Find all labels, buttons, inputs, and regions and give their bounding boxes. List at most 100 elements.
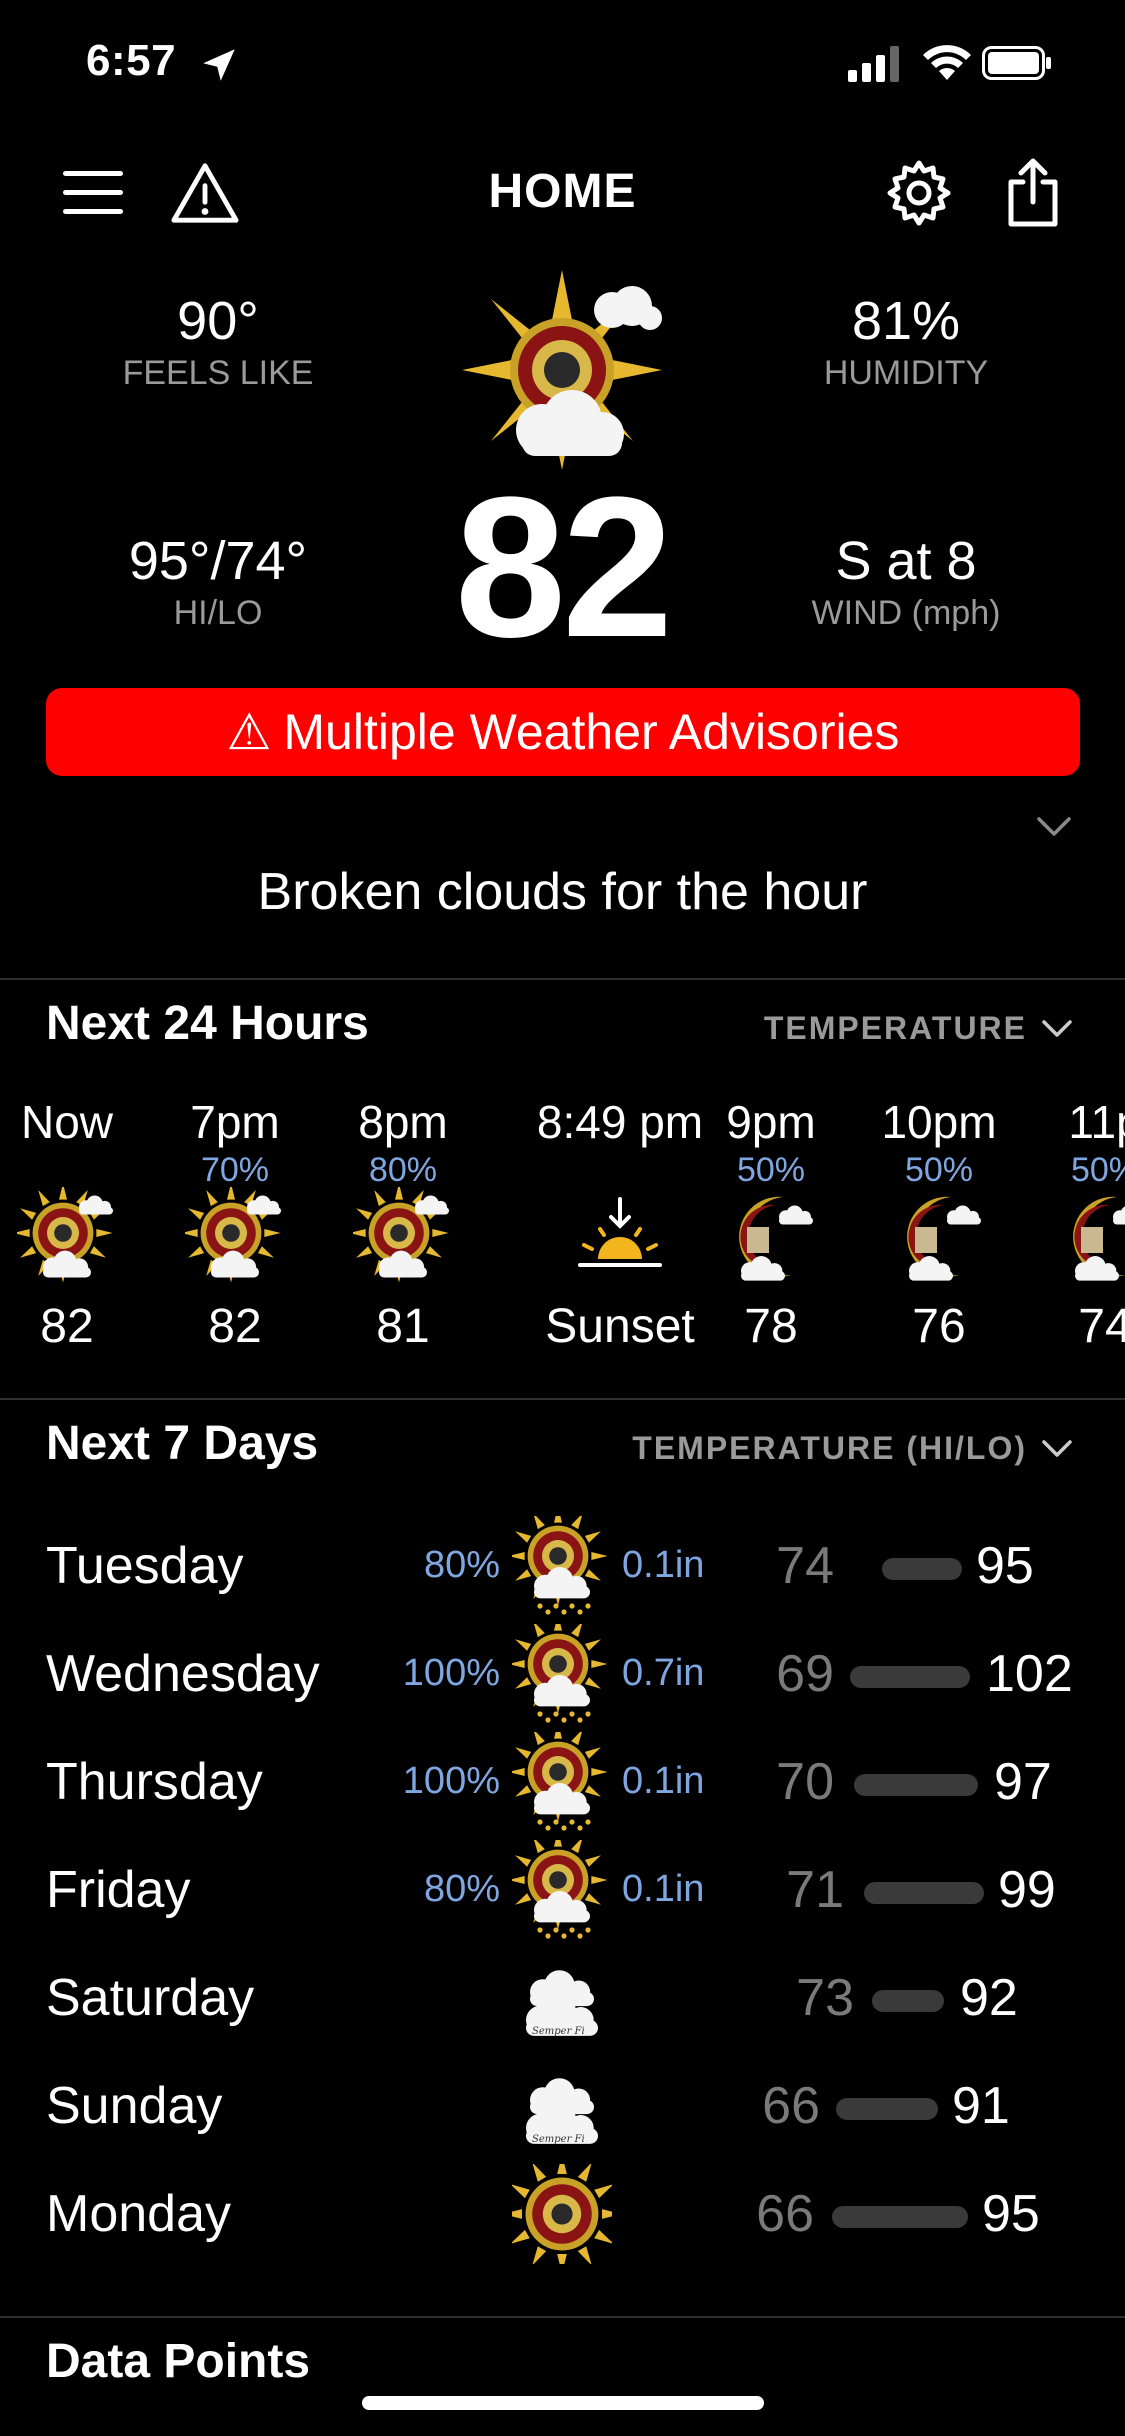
day-precip-amount: 0.1in <box>622 1760 705 1802</box>
daily-row[interactable]: Monday 66 95 <box>0 2160 1125 2268</box>
humidity-value: 81% <box>851 291 961 351</box>
wind-value: S at 8 <box>835 531 977 591</box>
hilo-label: HI/LO <box>173 594 263 632</box>
day-name: Friday <box>46 1861 191 1919</box>
temp-range-bar <box>832 2206 968 2228</box>
advisory-text: Multiple Weather Advisories <box>283 704 900 760</box>
day-high-temp: 95 <box>982 2185 1040 2243</box>
current-temperature: 82 <box>454 456 673 679</box>
hourly-time: Now <box>20 1096 114 1148</box>
temp-range-bar <box>864 1882 984 1904</box>
feels-like-value: 90° <box>177 291 259 351</box>
partly-cloudy-night-icon <box>1073 1196 1125 1281</box>
advisory-banner[interactable]: ⚠ Multiple Weather Advisories <box>46 688 1080 776</box>
status-bar: 6:57 <box>0 0 1125 130</box>
cloudy-icon: Semper Fi <box>526 2078 598 2145</box>
day-high-temp: 91 <box>952 2077 1010 2135</box>
hourly-time: 7pm <box>190 1096 280 1148</box>
day-low-temp: 66 <box>762 2077 820 2135</box>
day-precip-amount: 0.1in <box>622 1544 705 1586</box>
chevron-down-icon <box>1042 1019 1072 1037</box>
daily-title: Next 7 Days <box>46 1417 319 1470</box>
daily-row[interactable]: Tuesday 80% 0.1in 74 95 <box>0 1512 1125 1620</box>
share-button[interactable] <box>998 158 1068 228</box>
feels-like-label: FEELS LIKE <box>122 354 314 392</box>
temp-range-bar <box>836 2098 938 2120</box>
hourly-value: 81 <box>376 1300 430 1353</box>
day-name: Sunday <box>46 2077 223 2135</box>
hourly-value: 76 <box>912 1300 966 1353</box>
day-low-temp: 74 <box>776 1537 834 1595</box>
temp-range-bar <box>872 1990 944 2012</box>
rain-sun-icon <box>512 1624 608 1723</box>
wifi-icon <box>923 45 971 80</box>
partly-cloudy-night-icon <box>739 1196 813 1281</box>
app-header: HOME <box>0 140 1125 240</box>
temp-range-bar <box>854 1774 978 1796</box>
hourly-selector[interactable]: TEMPERATURE <box>764 1010 1073 1047</box>
cloudy-icon: Semper Fi <box>526 1970 598 2037</box>
hourly-value: 82 <box>40 1300 94 1353</box>
hourly-time: 9pm <box>726 1096 816 1148</box>
hourly-item[interactable]: 8pm 80% 81 <box>318 1095 488 1354</box>
daily-row[interactable]: Thursday 100% 0.1in 70 97 <box>0 1728 1125 1836</box>
day-low-temp: 71 <box>786 1861 844 1919</box>
day-low-temp: 66 <box>756 2185 814 2243</box>
svg-text:Semper Fi: Semper Fi <box>532 2026 585 2037</box>
warning-icon: ⚠ <box>226 704 272 760</box>
wind-label: WIND (mph) <box>811 594 1001 632</box>
day-name: Thursday <box>46 1753 263 1811</box>
daily-row[interactable]: Wednesday 100% 0.7in 69 102 <box>0 1620 1125 1728</box>
location-arrow-icon <box>203 49 235 81</box>
battery-icon <box>982 46 1051 80</box>
rain-sun-icon <box>512 1516 608 1615</box>
hourly-item[interactable]: 11p50% 74 <box>1020 1095 1125 1354</box>
rain-sun-icon <box>512 1840 608 1939</box>
status-time: 6:57 <box>86 36 177 85</box>
day-name: Tuesday <box>46 1537 244 1595</box>
humidity-stat: 81% HUMIDITY <box>756 290 1056 393</box>
feels-like-stat: 90° FEELS LIKE <box>68 290 368 393</box>
day-high-temp: 92 <box>960 1969 1018 2027</box>
partly-sunny-icon <box>17 1187 113 1283</box>
day-precip-amount: 0.7in <box>622 1652 705 1694</box>
hourly-precip: 80% <box>368 1151 438 1189</box>
hourly-time: 8pm <box>358 1096 448 1148</box>
day-precip-chance: 80% <box>423 1544 500 1586</box>
wind-stat: S at 8 WIND (mph) <box>756 530 1056 633</box>
chevron-down-icon[interactable] <box>1036 815 1072 839</box>
hourly-value: 78 <box>744 1300 798 1353</box>
daily-row[interactable]: Sunday Semper Fi 66 91 <box>0 2052 1125 2160</box>
home-indicator[interactable] <box>362 2396 764 2410</box>
day-low-temp: 69 <box>776 1645 834 1703</box>
share-icon <box>1008 158 1058 227</box>
svg-text:Semper Fi: Semper Fi <box>532 2134 585 2145</box>
daily-row[interactable]: Friday 80% 0.1in 71 99 <box>0 1836 1125 1944</box>
daily-selector-label: TEMPERATURE (HI/LO) <box>632 1430 1027 1466</box>
cellular-signal-icon <box>848 46 899 82</box>
day-low-temp: 70 <box>776 1753 834 1811</box>
hourly-item[interactable]: 7pm 70% 82 <box>150 1095 320 1354</box>
hourly-time: 10pm <box>881 1096 997 1148</box>
day-name: Saturday <box>46 1969 255 2027</box>
hourly-item[interactable]: 10pm 50% 76 <box>854 1095 1024 1354</box>
partly-sunny-icon <box>185 1187 281 1283</box>
hourly-value: 74 <box>1078 1300 1125 1353</box>
hourly-precip <box>0 1151 152 1187</box>
day-precip-chance: 80% <box>423 1868 500 1910</box>
daily-row[interactable]: Saturday Semper Fi 73 92 <box>0 1944 1125 2052</box>
hourly-precip: 70% <box>200 1151 270 1189</box>
hourly-item[interactable]: Now 82 <box>0 1095 152 1354</box>
day-name: Monday <box>46 2185 231 2243</box>
day-precip-amount: 0.1in <box>622 1868 705 1910</box>
day-high-temp: 99 <box>998 1861 1056 1919</box>
day-high-temp: 95 <box>976 1537 1034 1595</box>
humidity-label: HUMIDITY <box>823 354 989 392</box>
hourly-item[interactable]: 9pm 50% 78 <box>686 1095 856 1354</box>
day-high-temp: 102 <box>986 1645 1073 1703</box>
settings-button[interactable] <box>884 158 954 228</box>
day-name: Wednesday <box>46 1645 320 1703</box>
day-precip-chance: 100% <box>402 1652 500 1694</box>
partly-sunny-icon <box>462 270 662 470</box>
daily-selector[interactable]: TEMPERATURE (HI/LO) <box>632 1430 1073 1467</box>
